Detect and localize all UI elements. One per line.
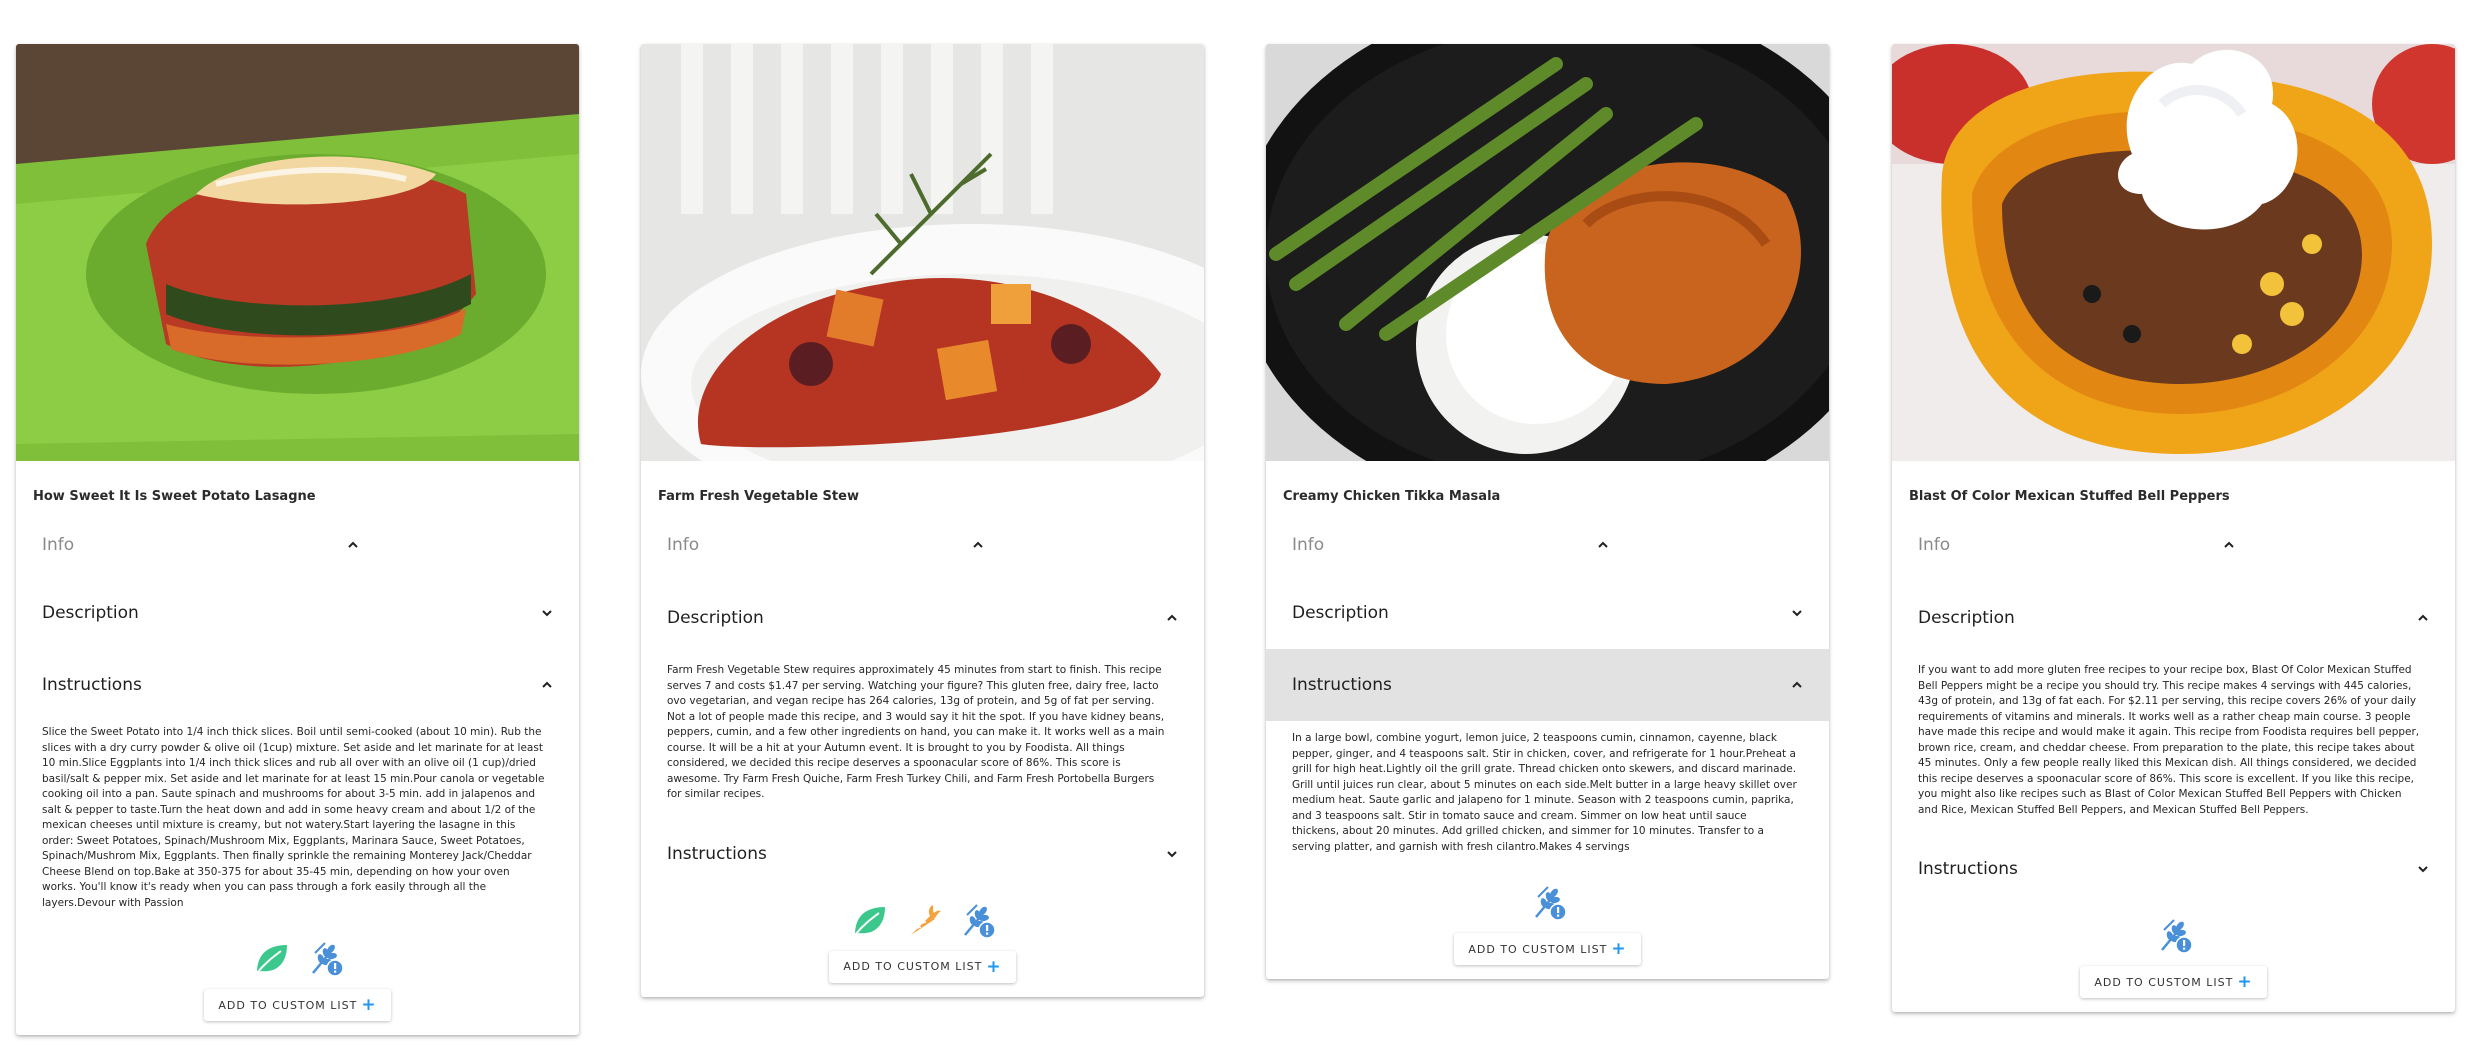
instructions-label: Instructions [1292,675,1392,695]
recipe-photo-tikka-masala[interactable] [1266,44,1829,461]
recipe-title: How Sweet It Is Sweet Potato Lasagne [33,489,316,504]
add-to-custom-list-label: ADD TO CUSTOM LIST [218,998,358,1012]
chevron-up-icon [2417,612,2429,624]
instructions-label: Instructions [667,843,767,864]
recipe-photo-stuffed-peppers[interactable] [1892,44,2455,461]
add-to-custom-list-label: ADD TO CUSTOM LIST [1468,942,1608,956]
diet-badges [16,921,579,987]
description-panel-header[interactable]: Description [16,577,579,649]
chevron-up-icon [1791,679,1803,691]
instructions-label: Instructions [42,675,142,695]
diet-badges [1266,865,1829,931]
recipe-card: How Sweet It Is Sweet Potato Lasagne Inf… [16,44,579,1035]
chevron-up-icon [1166,612,1178,624]
recipe-card: Creamy Chicken Tikka Masala Info Descrip… [1266,44,1829,979]
info-label: Info [42,535,75,555]
add-to-custom-list-label: ADD TO CUSTOM LIST [2094,975,2234,989]
add-to-custom-list-label: ADD TO CUSTOM LIST [843,960,983,973]
diet-badges [641,895,1204,949]
info-panel-header[interactable]: Info [641,513,1204,577]
recipe-title: Blast Of Color Mexican Stuffed Bell Pepp… [1909,489,2230,504]
instructions-panel-header[interactable]: Instructions [1266,649,1829,721]
chevron-up-icon [541,679,553,691]
recipe-photo-lasagne[interactable] [16,44,579,461]
instructions-text: Slice the Sweet Potato into 1/4 inch thi… [42,726,545,909]
info-panel-header[interactable]: Info [1266,513,1829,577]
chevron-down-icon [2417,863,2429,875]
plus-icon: + [986,956,1002,977]
recipe-card: Farm Fresh Vegetable Stew Info Descripti… [641,44,1204,997]
gluten-free-wheat-alert-icon [2154,916,2194,956]
chevron-down-icon [1791,607,1803,619]
description-label: Description [667,608,764,628]
description-label: Description [42,603,139,623]
info-label: Info [1292,535,1325,555]
gluten-free-wheat-alert-icon [957,901,997,941]
chevron-up-icon [1597,539,1609,551]
chevron-down-icon [541,607,553,619]
instructions-panel-header[interactable]: Instructions [641,813,1204,895]
info-label: Info [1918,535,1951,555]
chevron-up-icon [2223,539,2235,551]
description-panel-header[interactable]: Description [1266,577,1829,649]
recipe-title: Creamy Chicken Tikka Masala [1283,489,1501,504]
add-to-custom-list-button[interactable]: ADD TO CUSTOM LIST + [1454,933,1641,965]
instructions-text: In a large bowl, combine yogurt, lemon j… [1292,732,1797,853]
instructions-panel-header[interactable]: Instructions [1892,828,2455,910]
gluten-free-wheat-alert-icon [1528,883,1568,923]
description-label: Description [1918,608,2015,628]
add-to-custom-list-button[interactable]: ADD TO CUSTOM LIST + [2080,966,2267,998]
vegan-leaf-icon [251,939,291,979]
instructions-label: Instructions [1918,859,2018,879]
description-panel-header[interactable]: Description [641,577,1204,659]
chevron-up-icon [972,539,984,551]
info-label: Info [667,535,700,555]
plus-icon: + [361,995,377,1015]
info-panel-header[interactable]: Info [1892,513,2455,577]
description-text: If you want to add more gluten free reci… [1918,664,2420,816]
plus-icon: + [2237,972,2253,992]
chevron-down-icon [1166,848,1178,860]
diet-badges [1892,910,2455,964]
recipe-photo-stew[interactable] [641,44,1204,461]
gluten-free-wheat-alert-icon [305,939,345,979]
recipe-card: Blast Of Color Mexican Stuffed Bell Pepp… [1892,44,2455,1012]
description-text: Farm Fresh Vegetable Stew requires appro… [667,664,1165,800]
add-to-custom-list-button[interactable]: ADD TO CUSTOM LIST + [829,950,1016,983]
plus-icon: + [1611,939,1627,959]
vegan-leaf-icon [849,901,889,941]
description-panel-header[interactable]: Description [1892,577,2455,659]
instructions-panel-header[interactable]: Instructions [16,649,579,721]
add-to-custom-list-button[interactable]: ADD TO CUSTOM LIST + [204,989,391,1021]
chevron-up-icon [347,539,359,551]
description-label: Description [1292,603,1389,623]
recipe-title: Farm Fresh Vegetable Stew [658,489,859,504]
info-panel-header[interactable]: Info [16,513,579,577]
vegetarian-carrot-icon [903,901,943,941]
